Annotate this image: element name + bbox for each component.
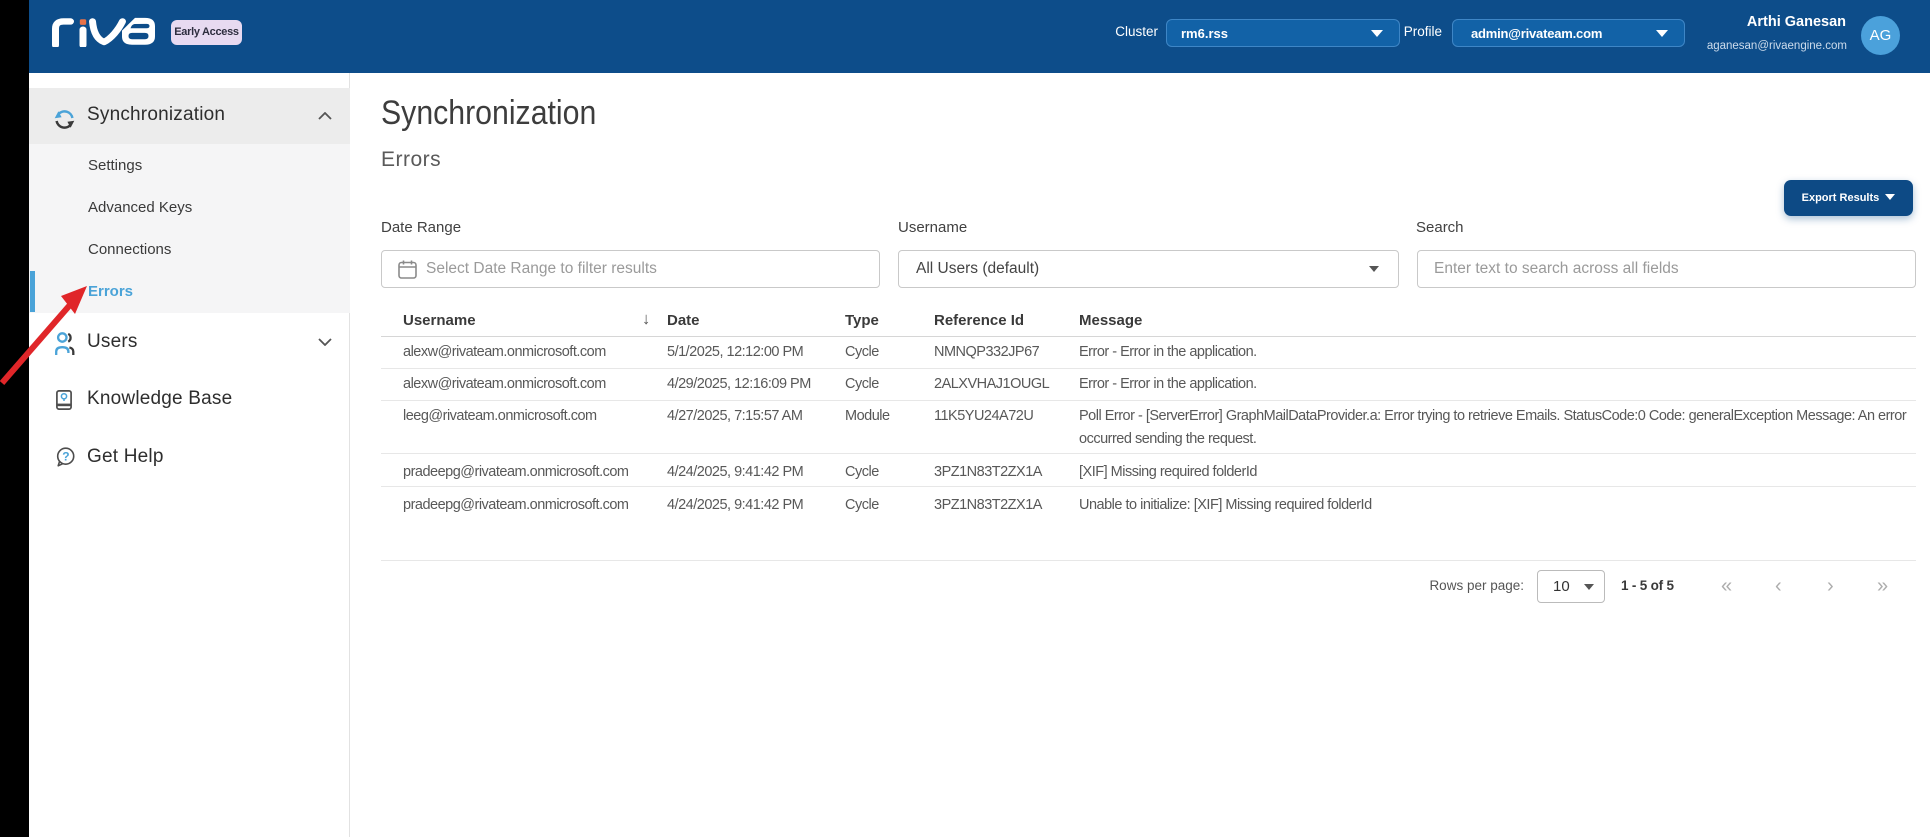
svg-text:?: ? xyxy=(62,449,69,463)
